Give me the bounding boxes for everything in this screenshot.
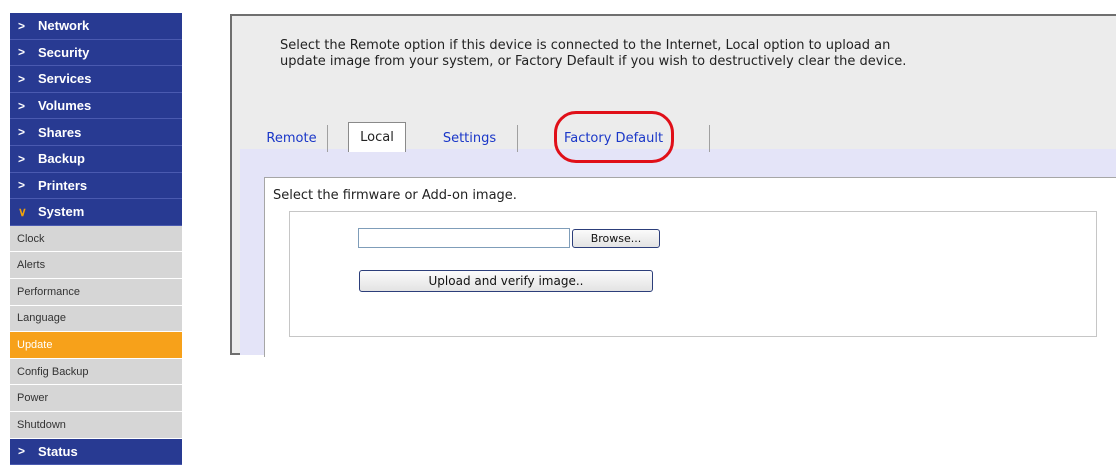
- sidebar-item-language[interactable]: Language: [10, 305, 182, 333]
- sidebar-item-label: Clock: [17, 232, 45, 245]
- nav-shares[interactable]: > Shares: [10, 119, 182, 146]
- nav-network-label: Network: [38, 18, 90, 34]
- nav-volumes[interactable]: > Volumes: [10, 92, 182, 120]
- browse-button-label: Browse...: [590, 232, 642, 245]
- sidebar-item-label: Power: [17, 392, 49, 405]
- nav-backup[interactable]: > Backup: [10, 145, 182, 173]
- sidebar-item-label: Alerts: [17, 259, 46, 272]
- sidebar-item-label: Update: [17, 338, 53, 351]
- nav-services[interactable]: > Services: [10, 66, 182, 93]
- nav-status-label: Status: [38, 443, 78, 459]
- tab-settings-label: Settings: [442, 131, 497, 146]
- browse-button[interactable]: Browse...: [572, 229, 660, 248]
- sidebar-item-clock[interactable]: Clock: [10, 225, 182, 253]
- chevron-down-icon: ∨: [18, 204, 27, 219]
- tab-factory-default-label: Factory Default: [563, 131, 664, 146]
- nav-backup-label: Backup: [38, 151, 85, 167]
- upload-verify-button-label: Upload and verify image..: [428, 274, 584, 288]
- nav-network[interactable]: > Network: [10, 13, 182, 40]
- chevron-right-icon: >: [18, 45, 26, 60]
- upload-verify-button[interactable]: Upload and verify image..: [359, 270, 653, 292]
- nav-volumes-label: Volumes: [38, 98, 92, 114]
- sidebar-item-label: Shutdown: [17, 418, 66, 431]
- nav-services-label: Services: [38, 71, 92, 87]
- chevron-right-icon: >: [18, 18, 26, 33]
- sidebar-item-alerts[interactable]: Alerts: [10, 252, 182, 279]
- nav-printers[interactable]: > Printers: [10, 172, 182, 200]
- tab-local-label: Local: [360, 130, 394, 145]
- content-frame: Select the Remote option if this device …: [230, 14, 1116, 357]
- sidebar-item-shutdown[interactable]: Shutdown: [10, 411, 182, 439]
- nav-security-label: Security: [38, 44, 90, 60]
- nav-status[interactable]: > Status: [10, 438, 182, 466]
- tab-settings[interactable]: Settings: [422, 125, 518, 152]
- chevron-right-icon: >: [18, 98, 26, 113]
- nav-system[interactable]: ∨ System: [10, 199, 182, 226]
- sidebar-item-label: Config Backup: [17, 365, 89, 378]
- intro-text: Select the Remote option if this device …: [280, 38, 1100, 70]
- panel-title: Select the firmware or Add-on image.: [273, 188, 517, 203]
- sidebar-item-label: Language: [17, 312, 66, 325]
- sidebar-item-power[interactable]: Power: [10, 385, 182, 412]
- nav-system-label: System: [38, 204, 85, 220]
- tab-local[interactable]: Local: [348, 122, 406, 152]
- intro-line-1: Select the Remote option if this device …: [280, 38, 891, 53]
- chevron-right-icon: >: [18, 444, 26, 459]
- sidebar: > Network > Security > Services > Volume…: [10, 13, 182, 466]
- nav-printers-label: Printers: [38, 177, 88, 193]
- sidebar-item-performance[interactable]: Performance: [10, 278, 182, 306]
- sidebar-item-label: Performance: [17, 285, 80, 298]
- tab-bar: Remote Local Settings Factory Default: [256, 122, 1116, 152]
- chevron-right-icon: >: [18, 71, 26, 86]
- upload-box: Browse... Upload and verify image..: [289, 211, 1097, 337]
- tab-remote[interactable]: Remote: [256, 125, 328, 152]
- chevron-right-icon: >: [18, 125, 26, 140]
- tab-factory-default[interactable]: Factory Default: [518, 125, 710, 152]
- local-panel: Select the firmware or Add-on image. Bro…: [264, 177, 1116, 357]
- file-path-input[interactable]: [358, 228, 570, 248]
- chevron-right-icon: >: [18, 151, 26, 166]
- intro-line-2: update image from your system, or Factor…: [280, 54, 907, 69]
- chevron-right-icon: >: [18, 178, 26, 193]
- sidebar-item-config-backup[interactable]: Config Backup: [10, 358, 182, 386]
- nav-shares-label: Shares: [38, 124, 82, 140]
- sidebar-item-update[interactable]: Update: [10, 332, 182, 359]
- tab-remote-label: Remote: [266, 131, 317, 146]
- nav-security[interactable]: > Security: [10, 39, 182, 67]
